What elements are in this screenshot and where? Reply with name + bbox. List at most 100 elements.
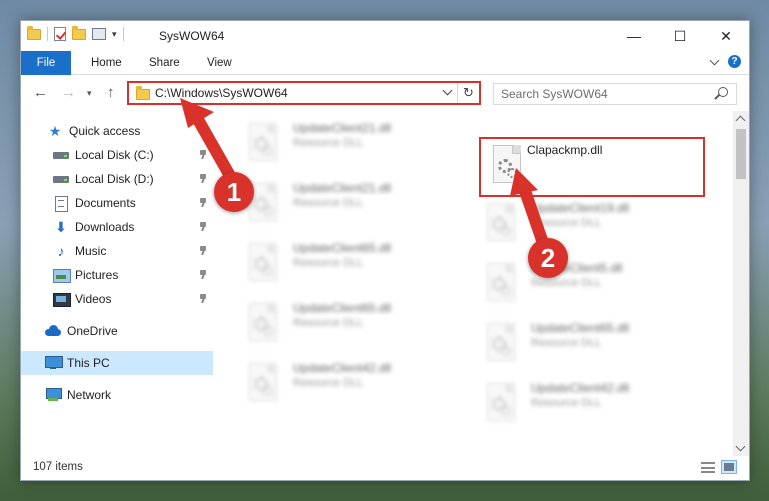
sidebar-item-music[interactable]: ♪ Music bbox=[21, 239, 213, 263]
tab-file[interactable]: File bbox=[21, 51, 71, 75]
sidebar-item-documents[interactable]: Documents bbox=[21, 191, 213, 215]
sidebar-item-label: Network bbox=[67, 388, 112, 402]
sidebar-item-local-disk-d[interactable]: Local Disk (D:) bbox=[21, 167, 213, 191]
help-icon[interactable]: ? bbox=[728, 55, 741, 68]
sidebar-item-label: Local Disk (C:) bbox=[75, 148, 154, 162]
expand-ribbon-icon[interactable] bbox=[709, 55, 720, 65]
refresh-button[interactable]: ↻ bbox=[457, 83, 479, 103]
step-2-badge: 2 bbox=[528, 238, 568, 278]
address-input[interactable] bbox=[155, 84, 445, 102]
maximize-button[interactable]: ☐ bbox=[657, 21, 703, 51]
tab-view[interactable]: View bbox=[207, 51, 232, 75]
dll-file-icon bbox=[247, 303, 279, 343]
title-bar: ▾ SysWOW64 — ☐ ✕ bbox=[21, 21, 749, 51]
pin-icon bbox=[199, 222, 207, 230]
properties-check-icon[interactable] bbox=[54, 27, 66, 41]
file-name: UpdateClient21.dll bbox=[293, 121, 392, 135]
file-type: Resource DLL bbox=[293, 317, 364, 329]
status-bar: 107 items bbox=[21, 456, 749, 480]
folder-icon bbox=[27, 25, 41, 40]
downloads-icon: ⬇ bbox=[55, 219, 67, 235]
sidebar-item-onedrive[interactable]: OneDrive bbox=[21, 319, 213, 343]
address-bar[interactable]: ↻ bbox=[127, 81, 481, 105]
step-1-badge: 1 bbox=[214, 172, 254, 212]
drive-icon bbox=[53, 172, 69, 186]
scroll-thumb[interactable] bbox=[736, 129, 746, 179]
window-title: SysWOW64 bbox=[159, 29, 225, 43]
file-item[interactable]: UpdateClient42.dll Resource DLL bbox=[473, 375, 693, 429]
search-input[interactable] bbox=[501, 86, 701, 102]
file-type: Resource DLL bbox=[293, 257, 364, 269]
quick-access-toolbar: ▾ bbox=[27, 25, 124, 41]
sidebar-item-label: Pictures bbox=[75, 268, 119, 282]
minimize-button[interactable]: — bbox=[611, 21, 657, 51]
pin-icon bbox=[199, 198, 207, 206]
dll-file-icon bbox=[485, 203, 517, 243]
tab-home[interactable]: Home bbox=[91, 51, 122, 75]
recent-locations-button[interactable]: ▾ bbox=[87, 88, 92, 99]
this-pc-icon bbox=[45, 356, 63, 370]
sidebar-item-label: Music bbox=[75, 244, 107, 258]
file-item[interactable]: UpdateClient19.dll Resource DLL bbox=[473, 195, 693, 249]
sidebar-item-label: This PC bbox=[67, 356, 110, 370]
dll-file-icon bbox=[491, 145, 523, 185]
sidebar-item-label: OneDrive bbox=[67, 324, 118, 338]
file-item[interactable]: UpdateClient65.dll Resource DLL bbox=[235, 295, 455, 349]
vertical-scrollbar[interactable] bbox=[733, 111, 749, 456]
large-icons-view-icon[interactable] bbox=[721, 460, 737, 474]
details-view-icon[interactable] bbox=[701, 462, 715, 473]
file-item[interactable]: UpdateClient42.dll Resource DLL bbox=[235, 355, 455, 409]
videos-icon bbox=[53, 292, 71, 307]
up-button[interactable]: ↑ bbox=[107, 84, 115, 101]
chevron-down-icon[interactable]: ▾ bbox=[112, 29, 117, 40]
scroll-up-icon[interactable] bbox=[735, 115, 746, 126]
ribbon-tabs: File Home Share View ? bbox=[21, 51, 749, 75]
ribbon-right: ? bbox=[709, 55, 741, 68]
file-item[interactable]: UpdateClient65.dll Resource DLL bbox=[473, 315, 693, 369]
sidebar-item-this-pc[interactable]: This PC bbox=[21, 351, 213, 375]
sidebar-item-local-disk-c[interactable]: Local Disk (C:) bbox=[21, 143, 213, 167]
customize-icon[interactable] bbox=[92, 28, 106, 40]
file-item-clapackmp[interactable]: Clapackmp.dll bbox=[479, 137, 705, 197]
file-item[interactable]: UpdateClient21.dll Resource DLL bbox=[235, 115, 455, 169]
back-button[interactable]: ← bbox=[33, 84, 48, 101]
pin-icon bbox=[199, 246, 207, 254]
toolbar-separator bbox=[47, 27, 48, 41]
dll-file-icon bbox=[247, 363, 279, 403]
dll-file-icon bbox=[485, 383, 517, 423]
toolbar-separator bbox=[122, 27, 124, 41]
sidebar-item-downloads[interactable]: ⬇ Downloads bbox=[21, 215, 213, 239]
pin-icon bbox=[199, 174, 207, 182]
file-name: UpdateClient65.dll bbox=[293, 301, 392, 315]
search-icon[interactable] bbox=[718, 87, 728, 97]
file-item[interactable]: UpdateClient65.dll Resource DLL bbox=[235, 235, 455, 289]
drive-icon bbox=[53, 148, 69, 162]
sidebar-item-network[interactable]: Network bbox=[21, 383, 213, 407]
scroll-down-icon[interactable] bbox=[735, 441, 746, 452]
file-type: Resource DLL bbox=[531, 397, 602, 409]
sidebar-item-quick-access[interactable]: ★ Quick access bbox=[21, 119, 213, 143]
search-box[interactable] bbox=[493, 83, 737, 105]
new-folder-icon[interactable] bbox=[72, 25, 86, 40]
sidebar-item-videos[interactable]: Videos bbox=[21, 287, 213, 311]
file-name: UpdateClient65.dll bbox=[293, 241, 392, 255]
star-icon: ★ bbox=[48, 123, 62, 139]
file-name: UpdateClient65.dll bbox=[531, 321, 630, 335]
file-type: Resource DLL bbox=[531, 277, 602, 289]
pictures-icon bbox=[53, 268, 71, 283]
file-name: UpdateClient42.dll bbox=[293, 361, 392, 375]
sidebar-item-pictures[interactable]: Pictures bbox=[21, 263, 213, 287]
file-name: Clapackmp.dll bbox=[527, 143, 603, 157]
file-item[interactable]: UpdateClient21.dll Resource DLL bbox=[235, 175, 455, 229]
dll-file-icon bbox=[247, 243, 279, 283]
pin-icon bbox=[199, 270, 207, 278]
file-item[interactable]: UpdateClient5.dll Resource DLL bbox=[473, 255, 693, 309]
close-button[interactable]: ✕ bbox=[703, 21, 749, 51]
window-controls: — ☐ ✕ bbox=[611, 21, 749, 51]
network-icon bbox=[45, 388, 62, 402]
forward-button[interactable]: → bbox=[61, 84, 76, 101]
file-name: UpdateClient19.dll bbox=[531, 201, 630, 215]
pin-icon bbox=[199, 294, 207, 302]
file-type: Resource DLL bbox=[293, 197, 364, 209]
tab-share[interactable]: Share bbox=[149, 51, 180, 75]
